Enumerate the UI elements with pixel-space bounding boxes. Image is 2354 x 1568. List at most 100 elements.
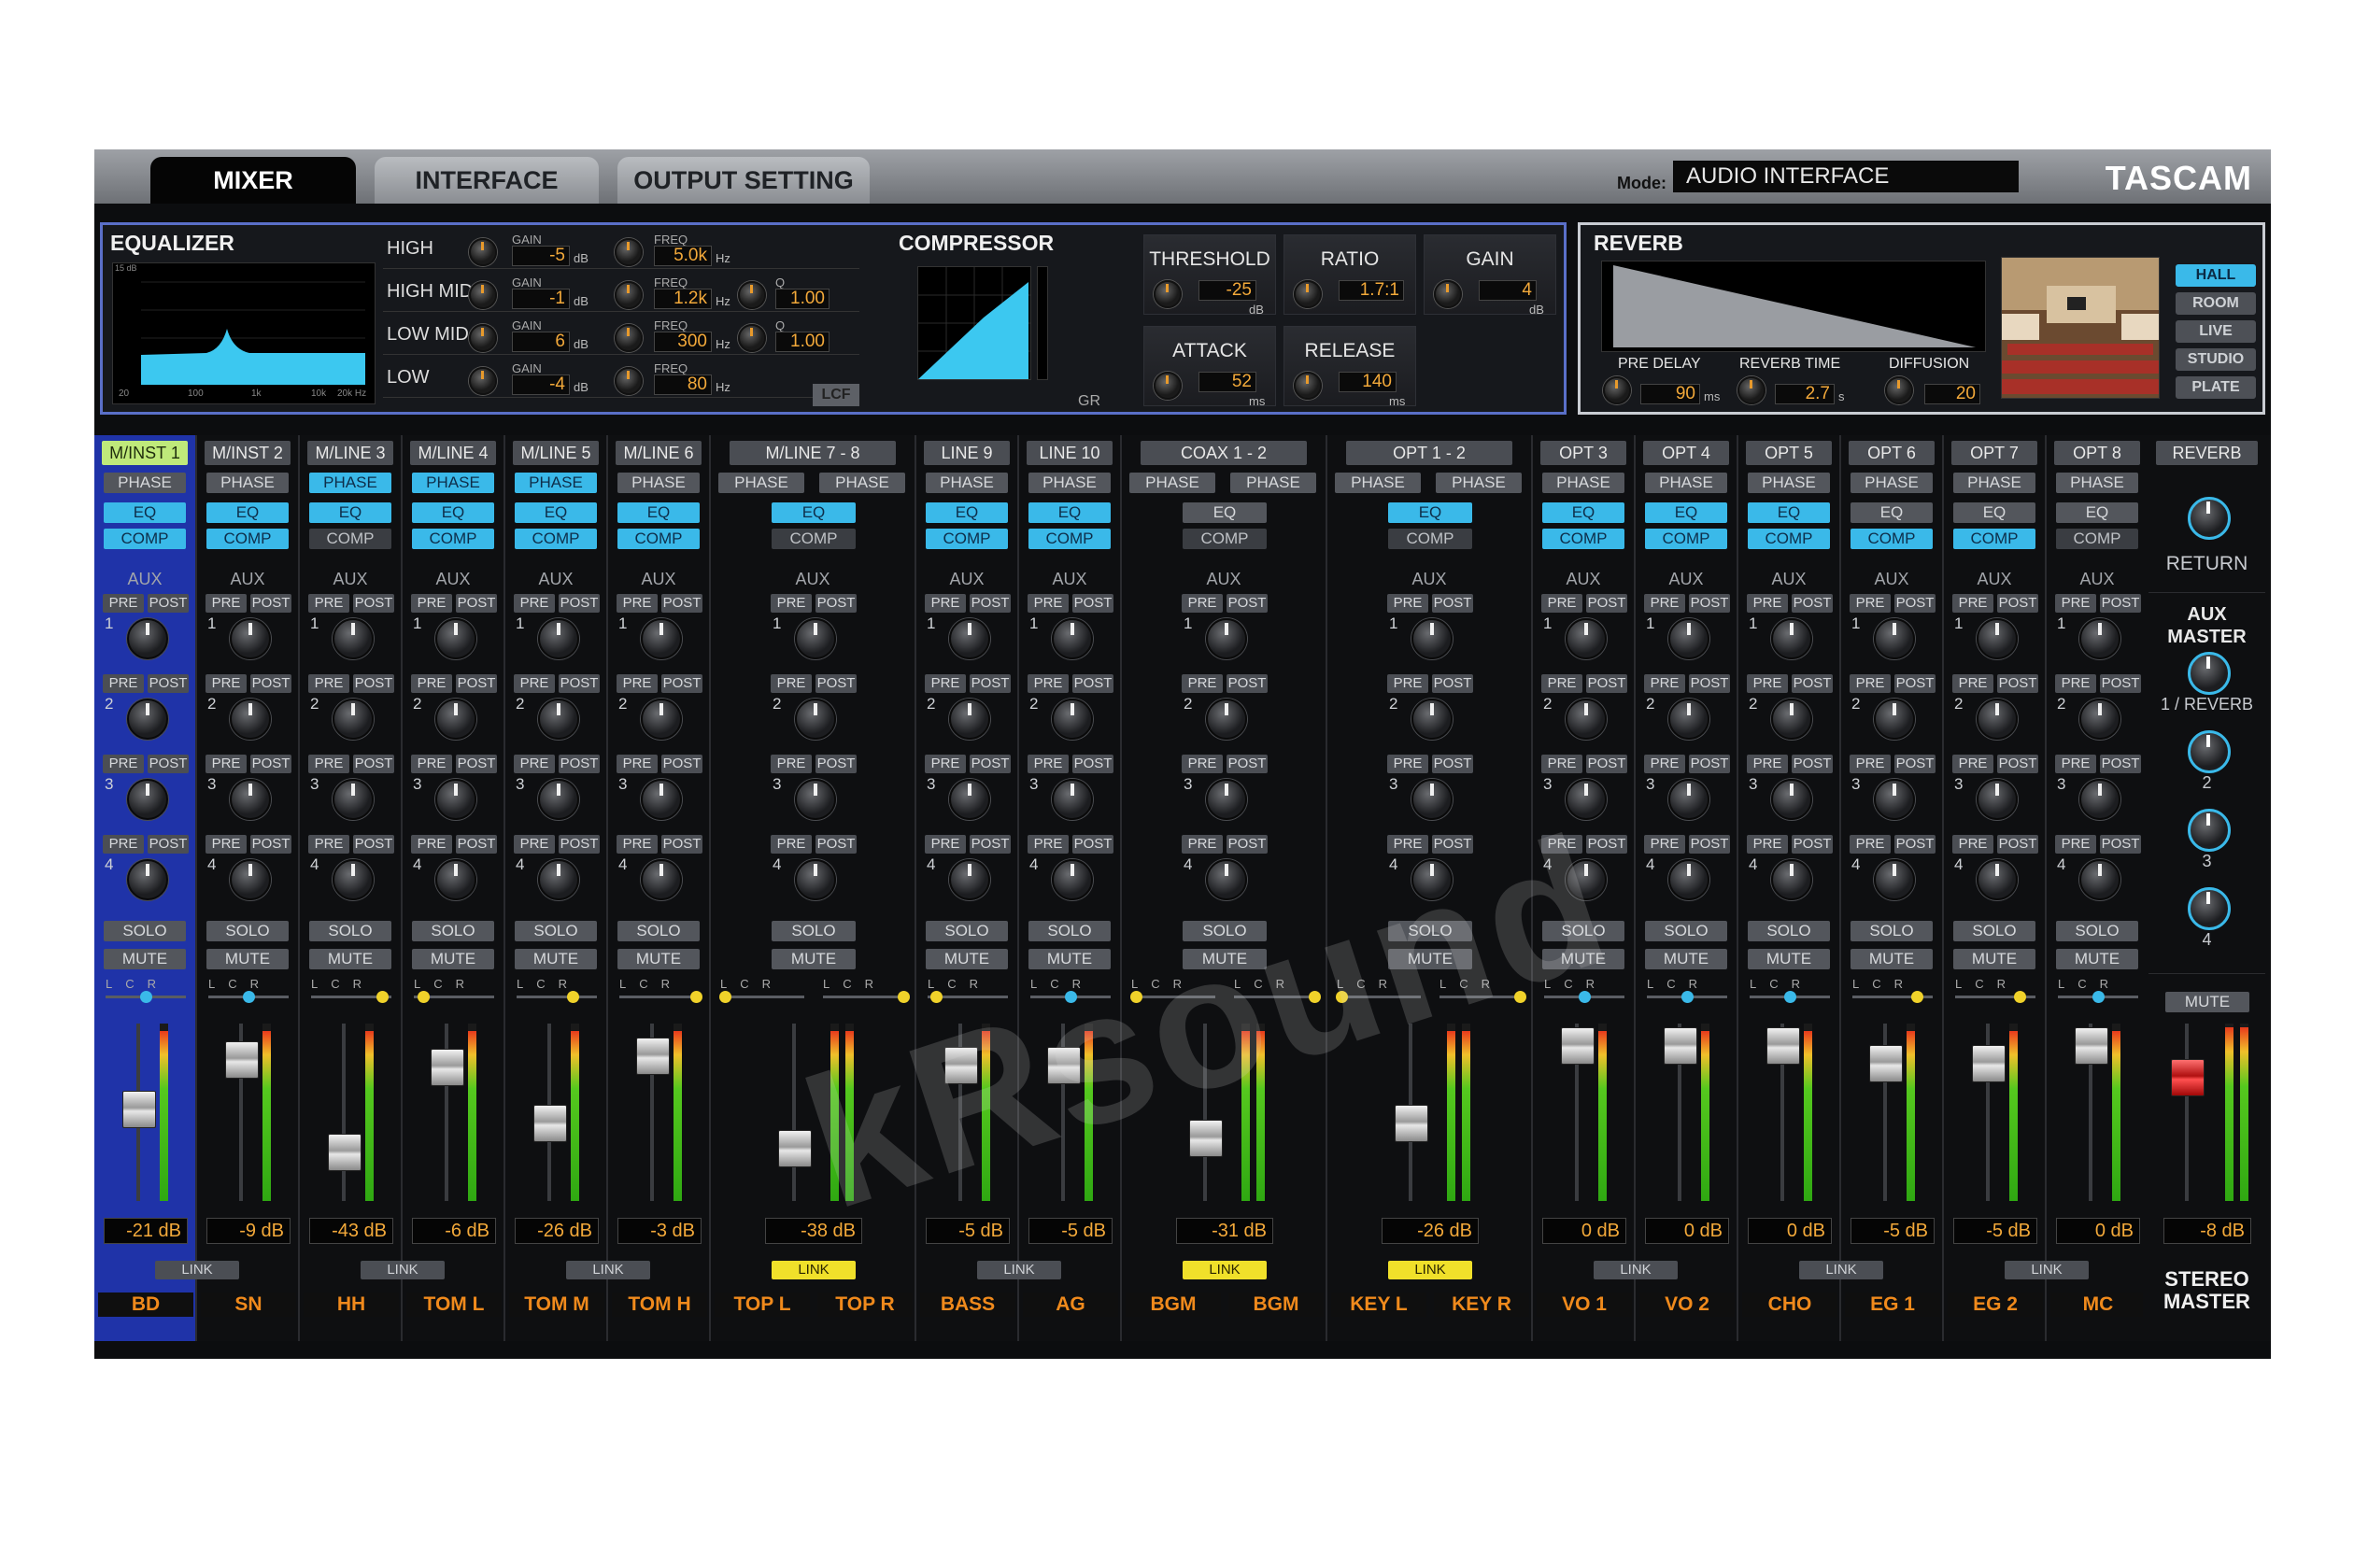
aux-send-knob[interactable] [435, 618, 476, 659]
aux-send-knob[interactable] [127, 699, 168, 740]
aux-pre-button[interactable]: PRE [1182, 594, 1223, 613]
aux-send-knob[interactable] [1874, 779, 1915, 820]
reverb-type-studio-button[interactable]: STUDIO [2176, 348, 2256, 371]
aux-pre-button[interactable]: PRE [1387, 594, 1428, 613]
aux-post-button[interactable]: POST [559, 835, 600, 854]
pan-knob[interactable] [418, 991, 431, 1003]
eq-band-freq-knob[interactable] [615, 281, 643, 309]
phase-button-left[interactable]: PHASE [1335, 473, 1421, 493]
link-button[interactable]: LINK [361, 1261, 445, 1279]
aux-send-knob[interactable] [1566, 618, 1607, 659]
channel-name-button[interactable]: OPT 1 - 2 [1346, 441, 1512, 465]
mute-button[interactable]: MUTE [1028, 949, 1111, 969]
aux-post-button[interactable]: POST [250, 674, 291, 693]
aux-send-knob[interactable] [1206, 859, 1247, 900]
aux-pre-button[interactable]: PRE [1182, 835, 1223, 854]
aux-send-knob[interactable] [1874, 699, 1915, 740]
aux-post-button[interactable]: POST [1689, 835, 1730, 854]
link-button[interactable]: LINK [566, 1261, 650, 1279]
comp-button[interactable]: COMP [1748, 529, 1830, 549]
aux-post-button[interactable]: POST [456, 755, 497, 773]
mode-select[interactable]: AUDIO INTERFACE [1673, 161, 2019, 192]
mute-button[interactable]: MUTE [1851, 949, 1933, 969]
aux-pre-button[interactable]: PRE [308, 674, 349, 693]
aux-post-button[interactable]: POST [661, 594, 702, 613]
link-button[interactable]: LINK [155, 1261, 239, 1279]
aux-post-button[interactable]: POST [815, 835, 857, 854]
comp-button[interactable]: COMP [772, 529, 856, 549]
aux-pre-button[interactable]: PRE [1952, 674, 1993, 693]
pan-knob[interactable] [1335, 991, 1348, 1003]
aux-post-button[interactable]: POST [1432, 594, 1473, 613]
eq-button[interactable]: EQ [104, 502, 186, 523]
aux-send-knob[interactable] [230, 699, 271, 740]
aux-pre-button[interactable]: PRE [411, 594, 452, 613]
aux-send-knob[interactable] [435, 699, 476, 740]
aux-post-button[interactable]: POST [353, 755, 394, 773]
comp-button[interactable]: COMP [206, 529, 289, 549]
aux-send-knob[interactable] [538, 618, 579, 659]
reverb-return-button[interactable]: REVERB [2156, 441, 2258, 465]
fader-cap[interactable] [778, 1130, 812, 1167]
aux-send-knob[interactable] [949, 618, 990, 659]
solo-button[interactable]: SOLO [515, 921, 597, 941]
aux-send-knob[interactable] [1206, 699, 1247, 740]
aux-post-button[interactable]: POST [1227, 674, 1268, 693]
link-button[interactable]: LINK [1594, 1261, 1678, 1279]
link-button[interactable]: LINK [1183, 1261, 1267, 1279]
aux-post-button[interactable]: POST [2100, 594, 2141, 613]
aux-post-button[interactable]: POST [250, 835, 291, 854]
phase-button[interactable]: PHASE [309, 473, 391, 493]
pan-knob[interactable] [243, 991, 255, 1003]
aux-post-button[interactable]: POST [1072, 755, 1113, 773]
aux-post-button[interactable]: POST [1689, 594, 1730, 613]
aux-send-knob[interactable] [1874, 859, 1915, 900]
link-button[interactable]: LINK [772, 1261, 856, 1279]
master-mute-button[interactable]: MUTE [2165, 992, 2249, 1012]
fader-cap[interactable] [328, 1133, 362, 1171]
link-button[interactable]: LINK [1799, 1261, 1883, 1279]
aux-pre-button[interactable]: PRE [617, 594, 658, 613]
pan-knob[interactable] [1129, 991, 1142, 1003]
mute-button[interactable]: MUTE [104, 949, 186, 969]
mute-button[interactable]: MUTE [2056, 949, 2138, 969]
mute-button[interactable]: MUTE [926, 949, 1008, 969]
link-button[interactable]: LINK [2005, 1261, 2089, 1279]
aux-send-knob[interactable] [1206, 779, 1247, 820]
aux-pre-button[interactable]: PRE [1028, 594, 1069, 613]
channel-name-button[interactable]: M/LINE 6 [616, 441, 702, 465]
solo-button[interactable]: SOLO [412, 921, 494, 941]
aux-pre-button[interactable]: PRE [103, 835, 144, 854]
aux-post-button[interactable]: POST [1432, 755, 1473, 773]
eq-band-freq-knob[interactable] [615, 238, 643, 266]
threshold-knob[interactable] [1154, 280, 1182, 308]
phase-button[interactable]: PHASE [1542, 473, 1624, 493]
aux-post-button[interactable]: POST [970, 674, 1011, 693]
aux-pre-button[interactable]: PRE [1644, 594, 1685, 613]
aux-pre-button[interactable]: PRE [1747, 594, 1788, 613]
aux-pre-button[interactable]: PRE [1747, 674, 1788, 693]
aux-send-knob[interactable] [1977, 779, 2018, 820]
phase-button[interactable]: PHASE [104, 473, 186, 493]
aux-post-button[interactable]: POST [1997, 755, 2038, 773]
phase-button[interactable]: PHASE [1953, 473, 2035, 493]
fader-cap[interactable] [1561, 1026, 1595, 1065]
pan-knob[interactable] [1681, 991, 1694, 1003]
aux-pre-button[interactable]: PRE [411, 835, 452, 854]
phase-button[interactable]: PHASE [206, 473, 289, 493]
aux-send-knob[interactable] [1874, 618, 1915, 659]
aux-pre-button[interactable]: PRE [1182, 674, 1223, 693]
phase-button[interactable]: PHASE [617, 473, 700, 493]
mute-button[interactable]: MUTE [515, 949, 597, 969]
aux-post-button[interactable]: POST [1792, 755, 1833, 773]
tab-output-setting[interactable]: OUTPUT SETTING [617, 157, 870, 204]
aux-post-button[interactable]: POST [456, 594, 497, 613]
aux-send-knob[interactable] [1668, 779, 1709, 820]
comp-button[interactable]: COMP [1388, 529, 1472, 549]
aux-post-button[interactable]: POST [1792, 594, 1833, 613]
pan-knob[interactable] [1910, 991, 1923, 1003]
aux-pre-button[interactable]: PRE [1387, 674, 1428, 693]
aux-post-button[interactable]: POST [148, 835, 189, 854]
aux-post-button[interactable]: POST [1586, 755, 1627, 773]
eq-button[interactable]: EQ [772, 502, 856, 523]
